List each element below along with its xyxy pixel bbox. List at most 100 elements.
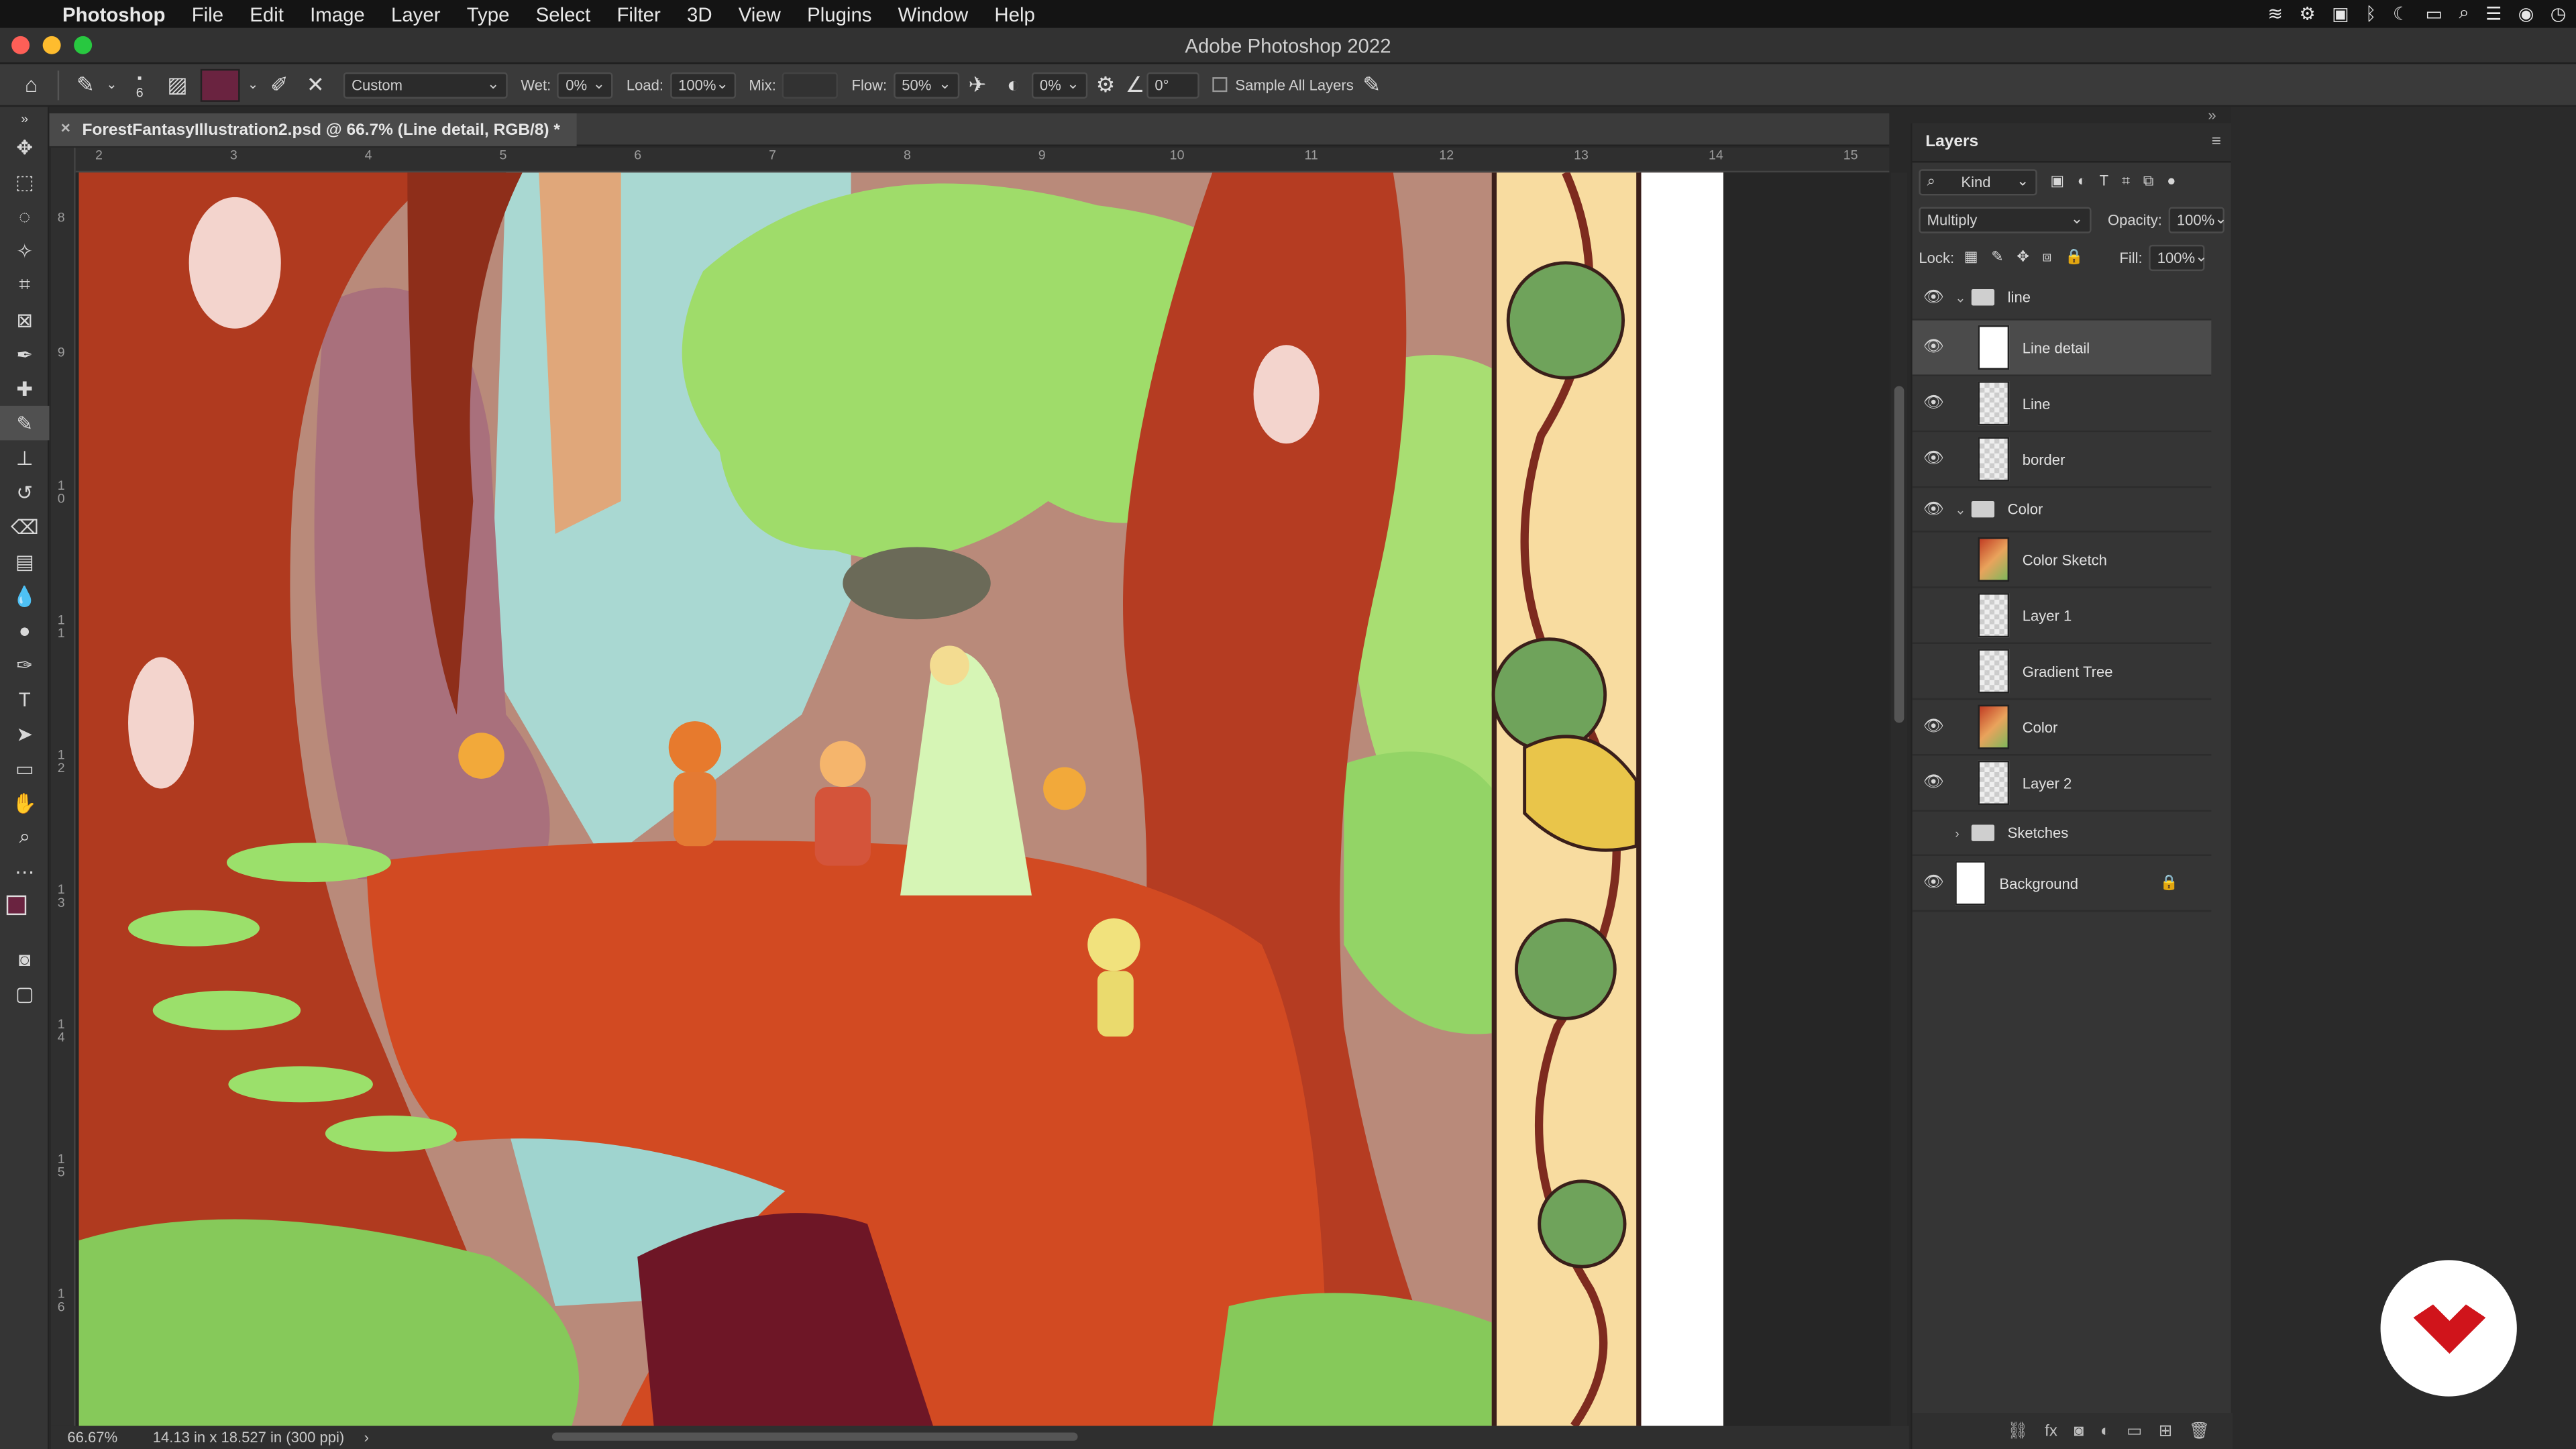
battery-icon[interactable]: ▭ (2425, 3, 2442, 24)
crop-tool-icon[interactable]: ⌗ (0, 268, 49, 302)
shape-filter-icon[interactable]: ⌗ (2122, 172, 2130, 191)
more-tools-icon[interactable]: ⋯ (0, 854, 49, 888)
eye-hidden-icon[interactable]: · (1913, 606, 1955, 625)
menu-window[interactable]: Window (885, 3, 981, 25)
chevron-down-icon[interactable]: ⌄ (245, 68, 261, 101)
layer-line[interactable]: 👁 Line (1912, 376, 2212, 433)
brush-size-picker[interactable]: ▪ 6 (120, 68, 160, 101)
eye-icon[interactable]: 👁 (1913, 394, 1955, 413)
menu-plugins[interactable]: Plugins (794, 3, 885, 25)
document-tab[interactable]: × ForestFantasyIllustration2.psd @ 66.7%… (49, 113, 577, 146)
layer-background[interactable]: 👁 Background 🔒 (1912, 856, 2212, 912)
eye-hidden-icon[interactable]: · (1913, 824, 1955, 842)
layer-group-line[interactable]: 👁 ⌄ line (1912, 276, 2212, 321)
type-tool-icon[interactable]: T (0, 682, 49, 716)
siri-icon[interactable]: ◉ (2518, 3, 2534, 24)
chevron-down-icon[interactable]: ⌄ (1955, 290, 1971, 305)
history-brush-tool-icon[interactable]: ↺ (0, 475, 49, 509)
lock-transparency-icon[interactable]: ▦ (1964, 248, 1978, 266)
gear-icon[interactable]: ⚙ (2300, 3, 2316, 24)
eye-icon[interactable]: 👁 (1913, 450, 1955, 468)
clean-brush-icon[interactable]: ✕ (297, 68, 333, 101)
lock-all-icon[interactable]: 🔒 (2065, 248, 2083, 266)
gradient-tool-icon[interactable]: ▤ (0, 544, 49, 578)
panel-menu-icon[interactable]: ≡ (2212, 133, 2221, 151)
add-mask-icon[interactable]: ◙ (2074, 1422, 2084, 1440)
vertical-scrollbar[interactable] (1890, 172, 1908, 1426)
layer-border[interactable]: 👁 border (1912, 432, 2212, 488)
eye-icon[interactable]: 👁 (1913, 338, 1955, 356)
eye-hidden-icon[interactable]: · (1913, 662, 1955, 680)
rectangle-tool-icon[interactable]: ▭ (0, 751, 49, 785)
chevron-down-icon[interactable]: ⌄ (103, 68, 119, 101)
move-tool-icon[interactable]: ✥ (0, 129, 49, 164)
vertical-ruler[interactable]: 8 9 1 0 1 1 1 2 1 3 1 4 1 5 1 6 (50, 148, 76, 1426)
eye-icon[interactable]: 👁 (1913, 500, 1955, 519)
brush-color-swatch[interactable] (200, 68, 240, 101)
layer-group-sketches[interactable]: · › Sketches (1912, 812, 2212, 856)
smoothing-icon[interactable]: ◐ (996, 68, 1032, 101)
close-icon[interactable]: × (61, 120, 70, 138)
eye-icon[interactable]: 👁 (1913, 288, 1955, 307)
filter-kind-dropdown[interactable]: ⌕ Kind ⌄ (1919, 168, 2037, 195)
load-brush-icon[interactable]: ✐ (261, 68, 297, 101)
document-size[interactable]: 14.13 in x 18.527 in (300 ppi) (153, 1430, 345, 1446)
sample-all-layers-checkbox[interactable] (1212, 77, 1228, 93)
color-swatches[interactable] (0, 889, 49, 941)
wifi-icon[interactable]: ≋ (2267, 3, 2283, 24)
smart-object-filter-icon[interactable]: ⧉ (2143, 172, 2154, 191)
chevron-right-icon[interactable]: › (364, 1430, 369, 1446)
image-filter-icon[interactable]: ▣ (2050, 172, 2064, 191)
eye-icon[interactable]: 👁 (1913, 773, 1955, 792)
menu-edit[interactable]: Edit (237, 3, 297, 25)
eraser-tool-icon[interactable]: ⌫ (0, 509, 49, 543)
layer-line-detail[interactable]: 👁 Line detail (1912, 320, 2212, 376)
menu-app-photoshop[interactable]: Photoshop (49, 3, 178, 25)
layer-group-color[interactable]: 👁 ⌄ Color (1912, 488, 2212, 533)
healing-brush-tool-icon[interactable]: ✚ (0, 371, 49, 405)
smoothing-input[interactable]: 0% ⌄ (1031, 71, 1087, 98)
collapse-toolbar-icon[interactable]: » (0, 107, 49, 129)
eye-icon[interactable]: 👁 (1913, 874, 1955, 892)
airbrush-icon[interactable]: ✈ (959, 68, 996, 101)
display-icon[interactable]: ▣ (2332, 3, 2349, 24)
lasso-tool-icon[interactable]: ◌ (0, 199, 49, 233)
angle-icon[interactable]: ∠ (1124, 68, 1146, 101)
foreground-color-swatch[interactable] (6, 895, 27, 916)
layer-layer-1[interactable]: · Layer 1 (1912, 588, 2212, 645)
menu-type[interactable]: Type (453, 3, 523, 25)
menu-image[interactable]: Image (297, 3, 378, 25)
zoom-tool-icon[interactable]: ⌕ (0, 820, 49, 854)
layer-color[interactable]: 👁 Color (1912, 700, 2212, 756)
brush-settings-icon[interactable]: ▨ (160, 68, 196, 101)
menu-layer[interactable]: Layer (378, 3, 453, 25)
eyedropper-tool-icon[interactable]: ✒ (0, 337, 49, 371)
forest-illustration[interactable] (78, 172, 1723, 1426)
filter-toggle-icon[interactable]: ● (2167, 172, 2176, 191)
flow-input[interactable]: 50% ⌄ (893, 71, 959, 98)
lock-pixels-icon[interactable]: ✎ (1991, 248, 2003, 266)
chevron-down-icon[interactable]: ⌄ (1955, 502, 1971, 517)
preset-dropdown[interactable]: Custom ⌄ (343, 71, 508, 98)
layer-gradient-tree[interactable]: · Gradient Tree (1912, 644, 2212, 700)
canvas-area[interactable] (75, 172, 1890, 1426)
layer-style-icon[interactable]: fx (2045, 1422, 2057, 1440)
pen-tool-icon[interactable]: ✑ (0, 647, 49, 682)
clock-icon[interactable]: ◷ (2551, 3, 2567, 24)
horizontal-scrollbar[interactable] (551, 1432, 1078, 1441)
link-layers-icon[interactable]: ⛓ (2007, 1422, 2028, 1440)
adjustment-layer-icon[interactable]: ◐ (2100, 1422, 2110, 1440)
search-icon[interactable]: ⌕ (2459, 3, 2469, 25)
quick-mask-icon[interactable]: ◙ (0, 941, 49, 975)
moon-icon[interactable]: ☾ (2393, 3, 2409, 24)
trash-icon[interactable]: 🗑 (2189, 1422, 2210, 1440)
blend-mode-dropdown[interactable]: Multiply ⌄ (1919, 206, 2092, 233)
eye-hidden-icon[interactable]: · (1913, 550, 1955, 568)
lock-artboard-icon[interactable]: ⧈ (2042, 248, 2051, 266)
eye-icon[interactable]: 👁 (1913, 718, 1955, 736)
angle-input[interactable]: 0° (1146, 71, 1199, 98)
layer-layer-2[interactable]: 👁 Layer 2 (1912, 756, 2212, 812)
type-filter-icon[interactable]: T (2100, 172, 2108, 191)
new-group-icon[interactable]: ▭ (2127, 1422, 2142, 1440)
zoom-level[interactable]: 66.67% (67, 1430, 152, 1446)
